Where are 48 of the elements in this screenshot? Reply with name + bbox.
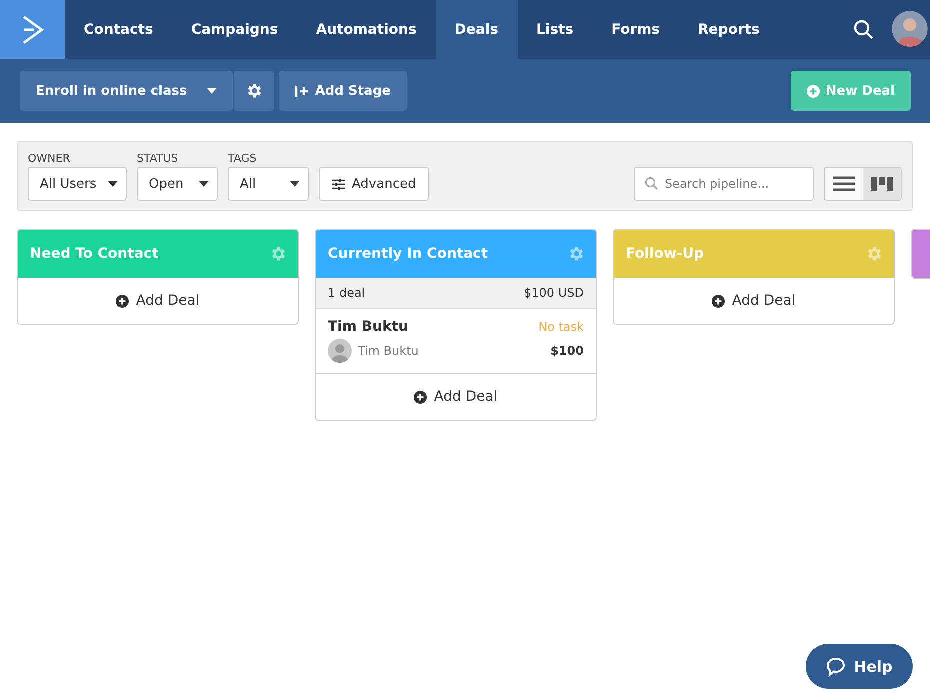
stage-total: $100 USD [524,286,584,300]
logo-icon[interactable] [0,0,65,59]
filter-label: STATUS [137,152,180,165]
task-status: No task [538,320,584,334]
contact-name: Tim Buktu [358,344,419,358]
stage-title: Need To Contact [30,246,159,262]
filter-dropdown[interactable]: Open [137,167,218,201]
nav-tab[interactable]: Campaigns [172,0,298,59]
chat-bubble-icon [826,656,846,676]
add-stage-button[interactable]: Add Stage [279,71,407,111]
search-field[interactable]: Search pipeline... [634,167,814,201]
deal-value: $100 [550,344,584,358]
help-button[interactable]: Help [806,644,913,689]
stage-title: Currently In Contact [328,246,488,262]
filter-dropdown[interactable]: All Users [28,167,127,201]
nav-tab[interactable]: Lists [518,0,593,59]
avatar[interactable] [892,11,928,47]
caret-icon [108,181,118,187]
advanced-button[interactable]: Advanced [319,167,430,201]
add-column-icon [295,86,310,96]
nav-tab[interactable]: Reports [679,0,779,59]
pipeline-dropdown[interactable]: Enroll in online class [20,71,234,111]
user-avatar-icon [328,339,352,363]
sliders-icon [332,178,345,190]
search-icon[interactable] [854,20,874,40]
plus-circle-icon [712,294,726,308]
nav-tab[interactable]: Contacts [65,0,172,59]
deal-count: 1 deal [328,286,366,300]
filter-label: OWNER [28,152,72,165]
search-icon [645,177,658,190]
nav-tab[interactable]: Deals [436,0,518,59]
filter-dropdown[interactable]: All [228,167,309,201]
caret-icon [207,88,218,94]
board-view-button[interactable] [863,168,901,200]
deal-title: Tim Buktu [328,319,410,335]
caret-icon [290,181,300,187]
list-icon [833,176,855,192]
plus-circle-icon [414,390,428,404]
plus-circle-icon [806,84,820,98]
nav-tab[interactable]: Automations [297,0,436,59]
nav-tab[interactable]: Forms [592,0,680,59]
columns-icon [871,177,893,191]
filter-label: TAGS [228,152,258,165]
list-view-button[interactable] [825,168,863,200]
stage-title: Follow-Up [626,246,704,262]
plus-circle-icon [116,294,130,308]
caret-icon [199,181,209,187]
pipeline-settings-button[interactable] [234,71,274,111]
